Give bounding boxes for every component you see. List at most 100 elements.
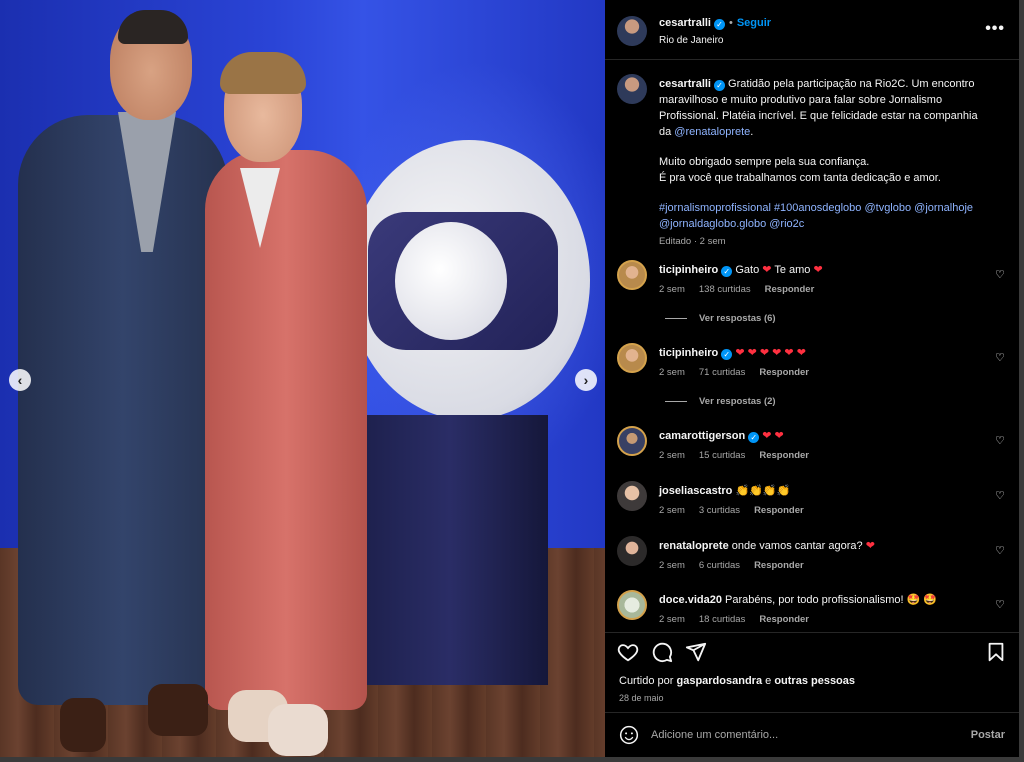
reply-button[interactable]: Responder [759, 450, 809, 461]
comment-username[interactable]: doce.vida20 [659, 594, 722, 606]
woman-figure [205, 150, 367, 710]
heart-emoji: ❤ [865, 540, 875, 552]
comment-text: Te amo [771, 264, 814, 276]
caption-avatar[interactable] [617, 74, 647, 104]
mention-link[interactable]: @renataloprete [674, 126, 750, 138]
comment-avatar[interactable] [617, 536, 647, 566]
view-replies-button[interactable]: Ver respostas (6) [665, 313, 776, 324]
replies-line [665, 317, 687, 319]
like-comment-heart-icon[interactable]: ♡ [995, 598, 1007, 611]
reply-button[interactable]: Responder [759, 367, 809, 378]
comment-input[interactable] [651, 723, 951, 747]
view-replies-label: Ver respostas (2) [699, 396, 776, 407]
comment-meta: 2 sem 3 curtidas Responder [659, 505, 818, 516]
like-comment-heart-icon[interactable]: ♡ [995, 268, 1007, 281]
like-comment-heart-icon[interactable]: ♡ [995, 351, 1007, 364]
comment-body: renataloprete onde vamos cantar agora? ❤ [659, 539, 979, 552]
caption-edited: Editado · 2 sem [659, 236, 726, 247]
like-comment-heart-icon[interactable]: ♡ [995, 544, 1007, 557]
man-figure [18, 115, 228, 705]
liked-others[interactable]: outras pessoas [774, 675, 855, 687]
caption-hashtags[interactable]: #jornalismoprofissional #100anosdeglobo … [659, 200, 989, 232]
author-username[interactable]: cesartralli [659, 17, 711, 29]
more-options-icon[interactable]: ••• [985, 20, 1005, 38]
instagram-post-modal: ‹ › cesartralli ✓ • Seguir Rio de Janeiro •… [0, 0, 1024, 762]
reply-button[interactable]: Responder [759, 614, 809, 625]
comment-username[interactable]: ticipinheiro [659, 347, 718, 359]
comment-time: 2 sem [659, 367, 685, 378]
share-send-icon[interactable] [685, 641, 707, 663]
like-heart-icon[interactable] [617, 641, 639, 663]
verified-badge-icon: ✓ [748, 432, 760, 443]
comment-likes[interactable]: 3 curtidas [699, 505, 740, 516]
comment-body: ticipinheiro ✓ ❤ ❤ ❤ ❤ ❤ ❤ [659, 346, 979, 360]
follow-button[interactable]: Seguir [737, 17, 771, 29]
comment-avatar[interactable] [617, 343, 647, 373]
comment-avatar[interactable] [617, 260, 647, 290]
caption-para-2: Muito obrigado sempre pela sua confiança… [659, 154, 989, 186]
verified-badge-icon: ✓ [713, 80, 725, 91]
shoe [148, 684, 208, 736]
comment-time: 2 sem [659, 450, 685, 461]
save-bookmark-icon[interactable] [985, 641, 1007, 663]
reply-button[interactable]: Responder [754, 560, 804, 571]
comment-likes[interactable]: 15 curtidas [699, 450, 745, 461]
verified-badge-icon: ✓ [721, 349, 733, 360]
like-comment-heart-icon[interactable]: ♡ [995, 489, 1007, 502]
pedestal [352, 415, 548, 685]
comment-likes[interactable]: 6 curtidas [699, 560, 740, 571]
comment-likes[interactable]: 138 curtidas [699, 284, 751, 295]
comment-meta: 2 sem 138 curtidas Responder [659, 284, 828, 295]
reply-button[interactable]: Responder [754, 505, 804, 516]
comment-bubble-icon[interactable] [651, 641, 673, 663]
caption-thanks: Muito obrigado sempre pela sua confiança… [659, 156, 870, 168]
reply-button[interactable]: Responder [765, 284, 815, 295]
comment-username[interactable]: renataloprete [659, 540, 729, 552]
comment-likes[interactable]: 71 curtidas [699, 367, 745, 378]
heart-emoji: ❤ ❤ [762, 430, 784, 442]
post-comment-button[interactable]: Postar [971, 729, 1005, 741]
sneaker [268, 704, 328, 756]
comment-username[interactable]: joseliascastro [659, 485, 732, 497]
author-avatar[interactable] [617, 16, 647, 46]
post-location[interactable]: Rio de Janeiro [659, 35, 723, 46]
post-caption: cesartralli ✓ Gratidão pela participação … [659, 76, 989, 250]
liked-by-summary[interactable]: Curtido por gaspardosandra e outras pess… [619, 675, 855, 687]
liked-prefix: Curtido por [619, 675, 677, 687]
comment-likes[interactable]: 18 curtidas [699, 614, 745, 625]
caption-username[interactable]: cesartralli [659, 78, 711, 90]
chevron-right-icon: › [583, 372, 589, 388]
comment-body: doce.vida20 Parabéns, por todo profissio… [659, 593, 979, 606]
caption-dedication: É pra você que trabalhamos com tanta ded… [659, 172, 941, 184]
background-edge [1019, 0, 1024, 762]
woman-hair [220, 52, 306, 94]
chevron-left-icon: ‹ [17, 372, 23, 388]
caption-period: . [750, 126, 754, 138]
view-replies-button[interactable]: Ver respostas (2) [665, 396, 776, 407]
liked-username[interactable]: gaspardosandra [676, 675, 762, 687]
comment-avatar[interactable] [617, 426, 647, 456]
header-line: cesartralli ✓ • Seguir [659, 17, 771, 30]
emoji-smile-icon[interactable] [619, 725, 639, 745]
carousel-prev-button[interactable]: ‹ [9, 369, 31, 391]
comment-avatar[interactable] [617, 481, 647, 511]
view-replies-label: Ver respostas (6) [699, 313, 776, 324]
comment-time: 2 sem [659, 560, 685, 571]
like-comment-heart-icon[interactable]: ♡ [995, 434, 1007, 447]
comment-text: 👏👏👏👏 [735, 485, 791, 497]
comment-meta: 2 sem 15 curtidas Responder [659, 450, 823, 461]
carousel-next-button[interactable]: › [575, 369, 597, 391]
comment-time: 2 sem [659, 614, 685, 625]
post-photo: ‹ › [0, 0, 605, 757]
comment-avatar[interactable] [617, 590, 647, 620]
shoe [60, 698, 106, 752]
comment-username[interactable]: camarottigerson [659, 430, 745, 442]
post-date: 28 de maio [619, 693, 664, 703]
man-hair [118, 10, 188, 44]
globo-logo-inner [395, 222, 507, 340]
comment-username[interactable]: ticipinheiro [659, 264, 718, 276]
verified-badge-icon: ✓ [721, 266, 733, 277]
comment-body: ticipinheiro ✓ Gato ❤ Te amo ❤ [659, 263, 979, 277]
comment-text: Gato [735, 264, 763, 276]
liked-connector: e [762, 675, 775, 687]
